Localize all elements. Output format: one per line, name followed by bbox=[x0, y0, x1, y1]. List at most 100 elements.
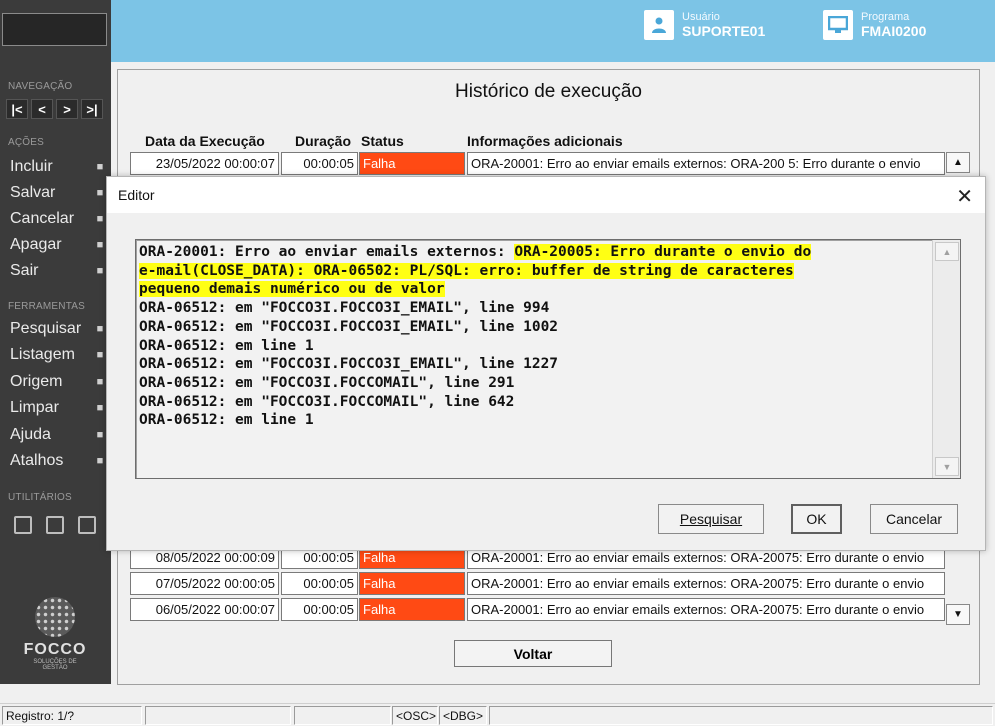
search-button[interactable]: Pesquisar bbox=[658, 504, 764, 534]
cell-status[interactable]: Falha bbox=[359, 598, 465, 621]
camera-icon[interactable] bbox=[78, 516, 96, 534]
sidebar-item-label: Listagem bbox=[10, 346, 75, 364]
status-field-3 bbox=[294, 706, 391, 725]
nav-section-label: NAVEGAÇÃO bbox=[8, 81, 73, 92]
editor-line-text: ORA-06512: em "FOCCO3I.FOCCO3I_EMAIL", l… bbox=[139, 300, 550, 317]
sidebar-item-limpar[interactable]: Limpar ■ bbox=[10, 397, 108, 419]
search-icon: ■ bbox=[96, 323, 104, 335]
sidebar-item-salvar[interactable]: Salvar ■ bbox=[10, 182, 108, 204]
utilities-section-label: UTILITÁRIOS bbox=[8, 492, 72, 503]
sidebar-item-incluir[interactable]: Incluir ■ bbox=[10, 156, 108, 178]
trash-icon: ■ bbox=[96, 239, 104, 251]
sidebar-item-label: Apagar bbox=[10, 236, 62, 253]
editor-highlighted-text: pequeno demais numérico ou de valor bbox=[139, 281, 445, 298]
prev-record-button[interactable]: < bbox=[31, 99, 53, 119]
cell-duration[interactable]: 00:00:05 bbox=[281, 598, 358, 621]
status-field-2 bbox=[145, 706, 291, 725]
program-value: FMAI0200 bbox=[861, 23, 927, 39]
eraser-icon: ■ bbox=[96, 402, 104, 415]
logo-text: FOCCO bbox=[23, 641, 87, 658]
sidebar-item-atalhos[interactable]: Atalhos ■ bbox=[10, 450, 108, 472]
sidebar-item-pesquisar[interactable]: Pesquisar ■ bbox=[10, 318, 108, 340]
cell-duration[interactable]: 00:00:05 bbox=[281, 572, 358, 595]
scroll-up-arrow[interactable]: ▲ bbox=[935, 242, 959, 261]
sidebar-item-ajuda[interactable]: Ajuda ■ bbox=[10, 424, 108, 446]
back-button[interactable]: Voltar bbox=[454, 640, 612, 667]
close-icon[interactable]: ✕ bbox=[956, 184, 973, 209]
sidebar-item-label: Incluir bbox=[10, 158, 53, 175]
column-header-status: Status bbox=[361, 133, 404, 149]
status-field-6 bbox=[489, 706, 993, 725]
first-record-button[interactable]: |< bbox=[6, 99, 28, 119]
user-icon bbox=[644, 10, 674, 40]
sidebar-item-label: Salvar bbox=[10, 184, 56, 201]
sidebar-item-apagar[interactable]: Apagar ■ bbox=[10, 234, 108, 256]
editor-highlighted-text: ORA-20005: Erro durante o envio do bbox=[514, 244, 812, 260]
program-caption: Programa bbox=[861, 11, 910, 23]
cell-duration[interactable]: 00:00:05 bbox=[281, 152, 358, 175]
excel-icon[interactable] bbox=[46, 516, 64, 534]
cell-date[interactable]: 23/05/2022 00:00:07 bbox=[130, 152, 279, 175]
sidebar-item-label: Cancelar bbox=[10, 210, 75, 227]
sidebar: NAVEGAÇÃO |< < > >| AÇÕES FERRAMENTAS UT… bbox=[0, 0, 111, 684]
editor-line-text: ORA-06512: em "FOCCO3I.FOCCOMAIL", line … bbox=[139, 393, 515, 410]
sidebar-item-listagem[interactable]: Listagem ■ bbox=[10, 344, 108, 366]
sidebar-item-sair[interactable]: Sair ■ bbox=[10, 260, 108, 282]
editor-content: ORA-20001: Erro ao enviar emails externo… bbox=[139, 243, 812, 430]
focco-logo: FOCCO SOLUÇÕES DE GESTÃO bbox=[22, 597, 88, 671]
globe-icon bbox=[35, 597, 75, 637]
cell-status[interactable]: Falha bbox=[359, 572, 465, 595]
cell-info[interactable]: ORA-20001: Erro ao enviar emails externo… bbox=[467, 598, 945, 621]
column-header-info: Informações adicionais bbox=[467, 133, 623, 149]
shortcut-icon: ■ bbox=[96, 455, 104, 467]
search-button-label: Pesquisar bbox=[679, 511, 743, 527]
cancel-button[interactable]: Cancelar bbox=[870, 504, 958, 534]
editor-line-text: ORA-20001: Erro ao enviar emails externo… bbox=[139, 244, 515, 260]
editor-scrollbar[interactable]: ▲ ▼ bbox=[932, 240, 960, 478]
cell-status[interactable]: Falha bbox=[359, 152, 465, 175]
tools-section-label: FERRAMENTAS bbox=[8, 301, 86, 312]
record-status: Registro: 1/? bbox=[2, 706, 142, 725]
sidebar-item-label: Ajuda bbox=[10, 425, 51, 443]
sidebar-item-origem[interactable]: Origem ■ bbox=[10, 371, 108, 393]
sidebar-item-cancelar[interactable]: Cancelar ■ bbox=[10, 208, 108, 230]
save-icon: ■ bbox=[96, 187, 104, 199]
last-record-button[interactable]: >| bbox=[81, 99, 103, 119]
user-caption: Usuário bbox=[682, 11, 720, 23]
plus-icon: ■ bbox=[96, 161, 104, 173]
status-bar: Registro: 1/? <OSC> <DBG> bbox=[0, 703, 995, 726]
actions-section-label: AÇÕES bbox=[8, 137, 45, 148]
calculator-icon[interactable] bbox=[14, 516, 32, 534]
scroll-down-button[interactable]: ▼ bbox=[946, 604, 970, 625]
logo-tagline: SOLUÇÕES DE GESTÃO bbox=[33, 659, 77, 671]
list-icon: ■ bbox=[96, 349, 104, 362]
editor-line-text: ORA-06512: em "FOCCO3I.FOCCO3I_EMAIL", l… bbox=[139, 356, 559, 373]
cell-info[interactable]: ORA-20001: Erro ao enviar emails externo… bbox=[467, 152, 945, 175]
ok-button[interactable]: OK bbox=[791, 504, 842, 534]
sidebar-search-box[interactable] bbox=[2, 13, 107, 46]
program-info: Programa FMAI0200 bbox=[823, 10, 926, 40]
record-navigation: |< < > >| bbox=[6, 99, 103, 119]
scroll-up-button[interactable]: ▲ bbox=[946, 152, 970, 173]
editor-textarea[interactable]: ORA-20001: Erro ao enviar emails externo… bbox=[135, 239, 961, 479]
editor-line-text: ORA-06512: em line 1 bbox=[139, 337, 314, 354]
editor-highlighted-text: e-mail(CLOSE_DATA): ORA-06502: PL/SQL: e… bbox=[139, 262, 794, 279]
editor-line-text: ORA-06512: em "FOCCO3I.FOCCOMAIL", line … bbox=[139, 374, 515, 391]
user-value: SUPORTE01 bbox=[682, 23, 766, 39]
sidebar-item-label: Limpar bbox=[10, 399, 59, 417]
dbg-indicator: <DBG> bbox=[439, 706, 487, 725]
application-window: NAVEGAÇÃO |< < > >| AÇÕES FERRAMENTAS UT… bbox=[0, 0, 995, 726]
editor-line-text: ORA-06512: em "FOCCO3I.FOCCO3I_EMAIL", l… bbox=[139, 318, 559, 335]
x-icon: ■ bbox=[96, 213, 104, 225]
editor-dialog: Editor ✕ ORA-20001: Erro ao enviar email… bbox=[106, 176, 986, 551]
cell-date[interactable]: 06/05/2022 00:00:07 bbox=[130, 598, 279, 621]
sidebar-item-label: Origem bbox=[10, 372, 63, 390]
page-title: Histórico de execução bbox=[455, 81, 642, 102]
sidebar-item-label: Pesquisar bbox=[10, 320, 82, 337]
cell-info[interactable]: ORA-20001: Erro ao enviar emails externo… bbox=[467, 572, 945, 595]
cell-date[interactable]: 07/05/2022 00:00:05 bbox=[130, 572, 279, 595]
next-record-button[interactable]: > bbox=[56, 99, 78, 119]
monitor-icon bbox=[823, 10, 853, 40]
scroll-down-arrow[interactable]: ▼ bbox=[935, 457, 959, 476]
utilities-icons bbox=[14, 516, 96, 534]
